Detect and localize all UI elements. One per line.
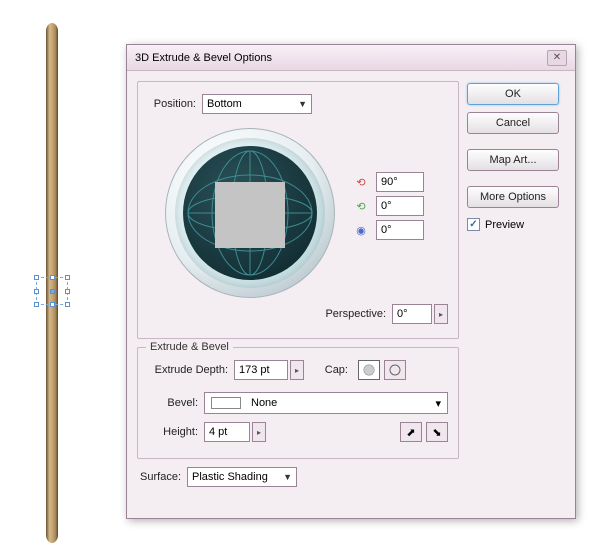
chevron-down-icon: ▼ <box>298 99 307 109</box>
ok-button[interactable]: OK <box>467 83 559 105</box>
perspective-input[interactable]: 0° <box>392 304 432 324</box>
preview-label: Preview <box>485 219 524 231</box>
cap-label: Cap: <box>312 364 354 376</box>
extrude-bevel-legend: Extrude & Bevel <box>146 341 233 353</box>
surface-label: Surface: <box>137 471 187 483</box>
dialog-title: 3D Extrude & Bevel Options <box>135 52 272 64</box>
cap-on-button[interactable] <box>358 360 380 380</box>
bevel-label: Bevel: <box>148 397 204 409</box>
extrude-depth-input[interactable]: 173 pt <box>234 360 288 380</box>
rotate-z-input[interactable]: 0° <box>376 220 424 240</box>
bevel-dropdown[interactable]: None ▾ <box>204 392 448 414</box>
bevel-swatch-icon <box>211 397 241 409</box>
dialog-titlebar[interactable]: 3D Extrude & Bevel Options ✕ <box>127 45 575 71</box>
preview-cube-face <box>215 182 285 248</box>
height-stepper[interactable]: ▸ <box>252 422 266 442</box>
checkmark-icon: ✓ <box>467 218 480 231</box>
close-icon[interactable]: ✕ <box>547 50 567 66</box>
position-dropdown[interactable]: Bottom ▼ <box>202 94 312 114</box>
extrude-bevel-dialog: 3D Extrude & Bevel Options ✕ Position: B… <box>126 44 576 519</box>
bevel-in-button[interactable]: ⬈ <box>400 422 422 442</box>
extrude-depth-label: Extrude Depth: <box>148 364 234 376</box>
chevron-down-icon: ▾ <box>435 397 441 410</box>
cap-off-button[interactable] <box>384 360 406 380</box>
surface-dropdown[interactable]: Plastic Shading ▼ <box>187 467 297 487</box>
perspective-label: Perspective: <box>325 308 392 320</box>
depth-stepper[interactable]: ▸ <box>290 360 304 380</box>
map-art-button[interactable]: Map Art... <box>467 149 559 171</box>
position-label: Position: <box>148 98 202 110</box>
rotate-x-input[interactable]: 90° <box>376 172 424 192</box>
rotate-x-icon: ⟲ <box>352 176 370 189</box>
more-options-button[interactable]: More Options <box>467 186 559 208</box>
bevel-out-button[interactable]: ⬊ <box>426 422 448 442</box>
chevron-down-icon: ▼ <box>283 472 292 482</box>
bevel-height-label: Height: <box>148 426 204 438</box>
rotate-y-icon: ⟲ <box>352 200 370 213</box>
rotate-z-icon: ◉ <box>352 224 370 237</box>
rotate-y-input[interactable]: 0° <box>376 196 424 216</box>
bevel-height-input[interactable]: 4 pt <box>204 422 250 442</box>
selection-bounds[interactable] <box>36 277 68 305</box>
cancel-button[interactable]: Cancel <box>467 112 559 134</box>
3d-orientation-preview[interactable] <box>165 128 335 298</box>
preview-checkbox[interactable]: ✓ Preview <box>467 218 567 231</box>
perspective-stepper[interactable]: ▸ <box>434 304 448 324</box>
